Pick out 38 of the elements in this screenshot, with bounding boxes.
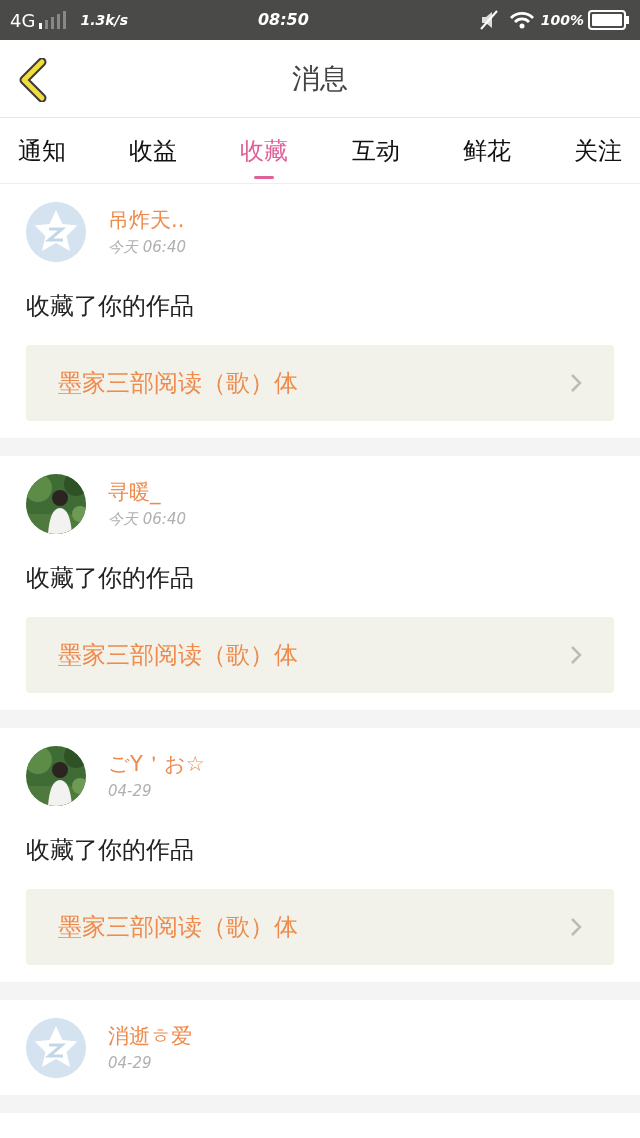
network-type: 4G <box>10 8 36 33</box>
user-name[interactable]: 吊炸天.. <box>108 205 186 235</box>
work-title: 墨家三部阅读（歌）体 <box>58 368 298 399</box>
message-time: 04-29 <box>108 781 153 802</box>
message-text: 收藏了你的作品 <box>26 563 195 594</box>
work-title: 墨家三部阅读（歌）体 <box>58 912 298 943</box>
user-name[interactable]: 消逝ㅎ爱 <box>108 1021 192 1051</box>
work-title: 墨家三部阅读（歌）体 <box>58 640 298 671</box>
mute-icon <box>478 10 499 30</box>
wifi-icon <box>508 10 535 30</box>
battery-percent: 100% <box>540 10 584 30</box>
tab[interactable]: 关注 <box>573 118 622 183</box>
message-time: 04-29 <box>108 1053 153 1074</box>
tab[interactable]: 互动 <box>351 118 400 183</box>
default-avatar-icon <box>26 202 86 262</box>
message-time: 今天 06:40 <box>108 509 186 530</box>
page-title: 消息 <box>292 60 348 97</box>
chevron-right-icon <box>570 645 582 665</box>
default-avatar-icon <box>26 1018 86 1078</box>
work-link[interactable]: 墨家三部阅读（歌）体 <box>26 617 614 693</box>
user-name[interactable]: ごY＇お☆ <box>108 749 205 779</box>
user-name[interactable]: 寻暖_ <box>108 477 186 507</box>
clock: 08:50 <box>257 9 309 31</box>
work-link[interactable]: 墨家三部阅读（歌）体 <box>26 889 614 965</box>
tab[interactable]: 收藏 <box>240 118 289 183</box>
tab[interactable]: 通知 <box>18 118 66 183</box>
message-text: 收藏了你的作品 <box>26 835 195 866</box>
back-icon[interactable] <box>18 58 48 102</box>
message-text: 收藏了你的作品 <box>26 291 195 322</box>
signal-icon <box>38 11 67 29</box>
battery-icon <box>588 10 630 30</box>
tab[interactable]: 鲜花 <box>462 118 511 183</box>
tab[interactable]: 收益 <box>129 118 178 183</box>
network-speed: 1.3k/s <box>80 10 128 30</box>
message-time: 今天 06:40 <box>108 237 186 258</box>
work-link[interactable]: 墨家三部阅读（歌）体 <box>26 345 614 421</box>
chevron-right-icon <box>570 373 582 393</box>
chevron-right-icon <box>570 917 582 937</box>
